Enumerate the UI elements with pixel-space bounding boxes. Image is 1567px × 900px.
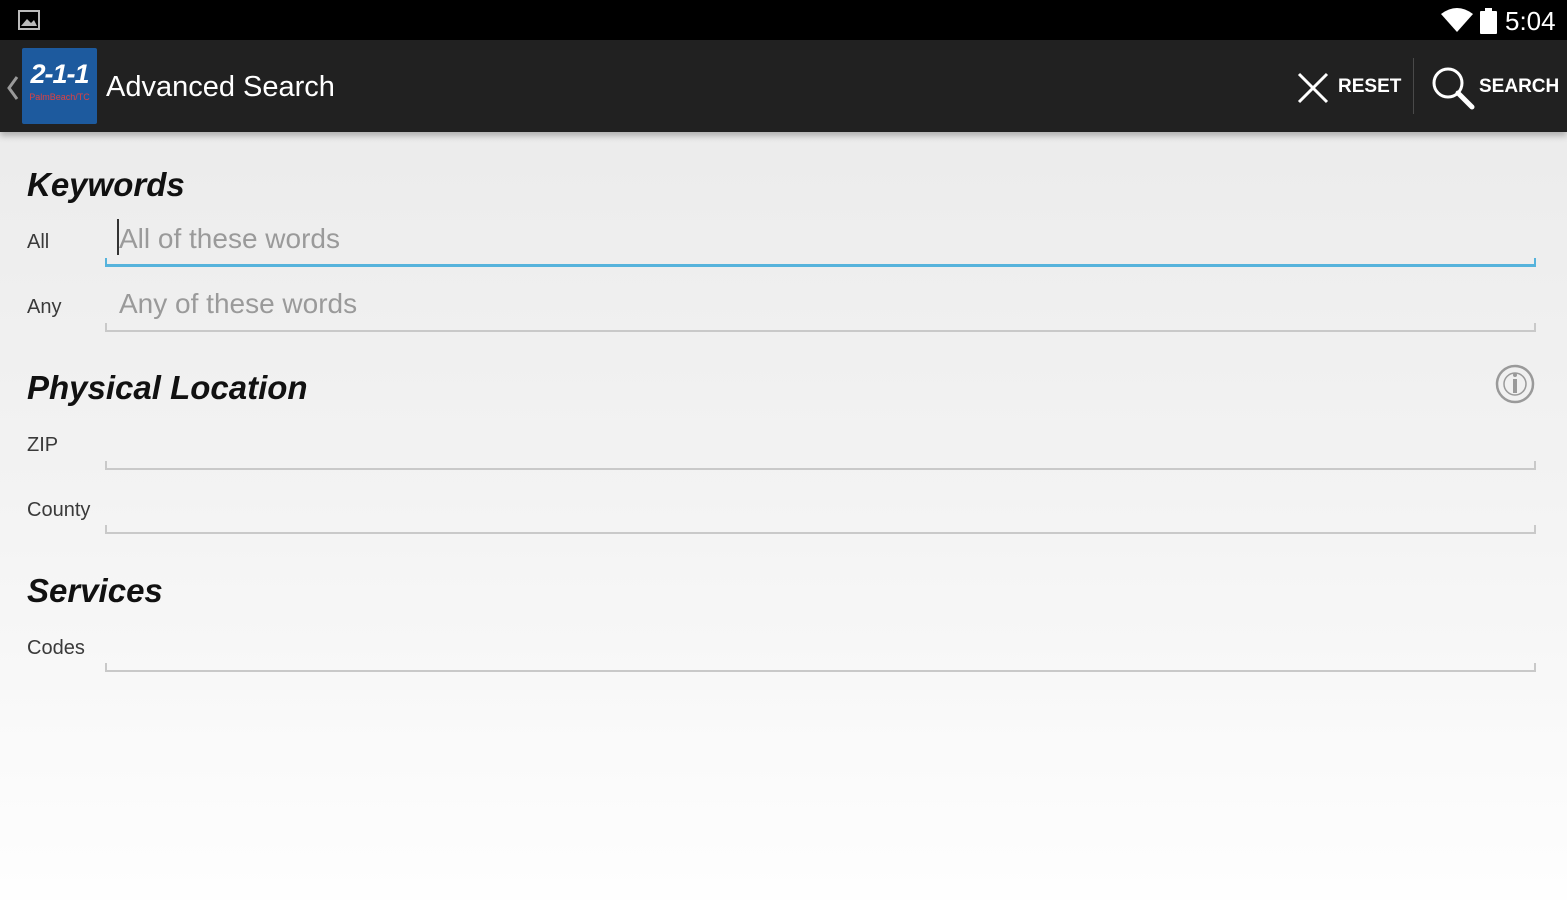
- battery-icon: [1480, 8, 1497, 34]
- app-logo[interactable]: 2-1-1 PalmBeach/TC: [22, 48, 97, 124]
- clock-time: 5:04: [1505, 6, 1556, 36]
- codes-label: Codes: [27, 637, 85, 659]
- codes-input[interactable]: [105, 620, 1536, 668]
- action-divider: [1413, 58, 1414, 114]
- page-title: Advanced Search: [106, 71, 335, 103]
- keywords-heading: Keywords: [27, 166, 185, 203]
- all-words-input[interactable]: [105, 215, 1536, 263]
- county-field[interactable]: [105, 482, 1536, 534]
- status-bar: 5:04: [0, 0, 1567, 40]
- search-button[interactable]: SEARCH: [1424, 60, 1564, 114]
- all-label: All: [27, 231, 50, 253]
- county-underline: [105, 525, 1536, 534]
- all-words-field[interactable]: [105, 215, 1536, 267]
- text-caret: [117, 219, 119, 255]
- zip-field[interactable]: [105, 418, 1536, 470]
- zip-underline: [105, 461, 1536, 470]
- services-heading: Services: [27, 572, 163, 609]
- search-icon: [1432, 67, 1475, 110]
- codes-field[interactable]: [105, 620, 1536, 672]
- wifi-icon: [1441, 8, 1473, 32]
- reset-button[interactable]: RESET: [1290, 60, 1408, 114]
- close-icon: [1297, 72, 1329, 104]
- back-chevron-icon[interactable]: [6, 74, 20, 102]
- zip-input[interactable]: [105, 418, 1536, 466]
- physical-location-heading: Physical Location: [27, 369, 308, 406]
- county-label: County: [27, 499, 91, 521]
- all-words-underline: [105, 258, 1536, 267]
- zip-label: ZIP: [27, 434, 59, 456]
- any-label: Any: [27, 296, 62, 318]
- any-words-field[interactable]: [105, 280, 1536, 332]
- any-words-underline: [105, 323, 1536, 332]
- action-bar: 2-1-1 PalmBeach/TC Advanced Search RESET…: [0, 40, 1567, 132]
- reset-label: RESET: [1338, 76, 1402, 97]
- picture-icon: [18, 10, 40, 30]
- any-words-input[interactable]: [105, 280, 1536, 328]
- county-input[interactable]: [105, 482, 1536, 530]
- logo-number: 2-1-1: [30, 59, 89, 89]
- search-label: SEARCH: [1479, 76, 1560, 97]
- info-icon[interactable]: [1494, 363, 1536, 405]
- logo-subtitle: PalmBeach/TC: [29, 92, 90, 102]
- codes-underline: [105, 663, 1536, 672]
